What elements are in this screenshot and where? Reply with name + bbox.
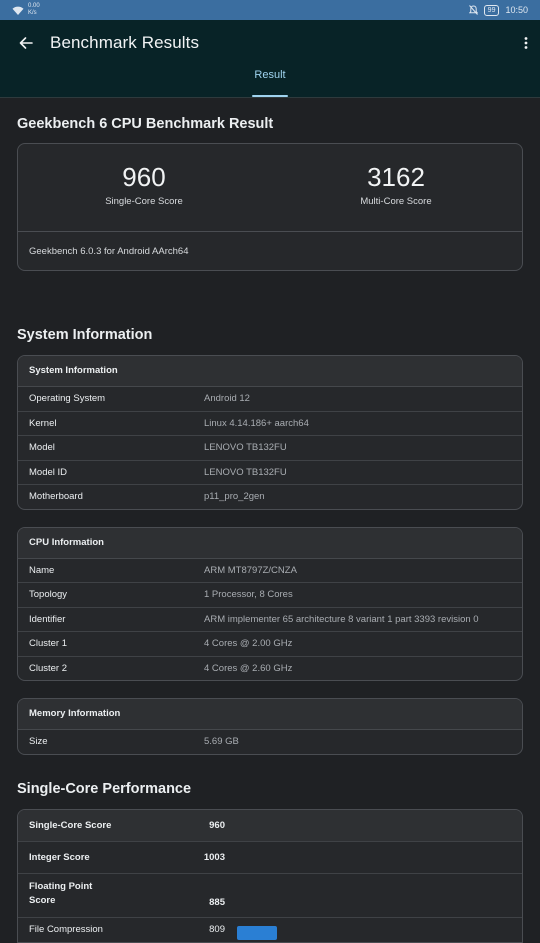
tab-indicator [252, 95, 288, 97]
perf-value: 960 [209, 819, 225, 831]
perf-value: 885 [209, 896, 225, 908]
info-value: LENOVO TB132FU [204, 442, 287, 453]
back-arrow-icon[interactable] [2, 37, 50, 49]
single-core-score: 960 Single-Core Score [18, 144, 270, 231]
info-value: ARM MT8797Z/CNZA [204, 564, 297, 576]
single-core-heading: Single-Core Performance [17, 780, 192, 797]
wifi-icon [12, 6, 24, 15]
info-key: Cluster 2 [29, 662, 68, 674]
score-card: 960 Single-Core Score 3162 Multi-Core Sc… [17, 143, 523, 271]
card-title: Memory Information [18, 699, 522, 730]
info-key: Cluster 1 [29, 638, 68, 649]
clock: 10:50 [505, 5, 528, 15]
info-row: Identifier ARM implementer 65 architectur… [18, 608, 522, 632]
info-key: Topology [29, 589, 68, 600]
info-key: Operating System [29, 393, 106, 404]
status-bar: 0.00 K/s 99 10:50 [0, 0, 540, 20]
info-row: Model ID LENOVO TB132FU [18, 461, 522, 485]
single-core-card: Single-Core Score 960 Integer Score 1003… [17, 808, 523, 943]
cpu-info-card: CPU Information Name ARM MT8797Z/CNZA Top… [17, 526, 523, 681]
info-key: Kernel [29, 417, 57, 429]
info-value: 1 Processor, 8 Cores [204, 589, 293, 600]
info-row: Kernel Linux 4.14.186+ aarch64 [18, 412, 522, 436]
card-title: System Information [18, 356, 522, 387]
info-key: Model ID [29, 466, 68, 478]
info-value: p11_pro_2gen [204, 491, 265, 502]
info-key: Identifier [29, 613, 66, 625]
info-value: 5.69 GB [204, 736, 239, 747]
info-row: Cluster 2 4 Cores @ 2.60 GHz [18, 657, 522, 681]
perf-row: Integer Score 1003 [18, 842, 522, 874]
multi-core-score-value: 3162 [367, 162, 425, 192]
tab-result[interactable]: Result [252, 66, 288, 97]
version-text: Geekbench 6.0.3 for Android AArch64 [29, 246, 189, 257]
card-title: CPU Information [18, 527, 522, 559]
perf-row: Single-Core Score 960 [18, 809, 522, 842]
info-row: Size 5.69 GB [18, 730, 522, 754]
info-row: Model LENOVO TB132FU [18, 436, 522, 461]
perf-key: Floating Point Score [29, 880, 93, 906]
info-key: Model [29, 442, 55, 453]
perf-key: File Compression [29, 924, 103, 935]
memory-info-card: Memory Information Size 5.69 GB [17, 698, 523, 755]
single-core-score-label: Single-Core Score [105, 196, 183, 207]
perf-row: Floating Point Score 885 [18, 874, 522, 918]
silent-mode-icon [468, 5, 478, 15]
multi-core-score-label: Multi-Core Score [360, 196, 432, 207]
info-key: Name [29, 564, 55, 576]
info-value: Linux 4.14.186+ aarch64 [204, 417, 309, 429]
system-heading: System Information [17, 327, 153, 343]
perf-value: 1003 [203, 851, 225, 863]
tab-result-label: Result [254, 69, 286, 81]
multi-core-score: 3162 Multi-Core Score [270, 144, 522, 231]
info-value: LENOVO TB132FU [204, 466, 287, 478]
perf-value: 809 [209, 924, 225, 935]
info-value: Android 12 [204, 393, 250, 404]
info-row: Operating System Android 12 [18, 387, 522, 412]
info-key: Size [29, 736, 48, 747]
page-title: Benchmark Results [50, 33, 200, 52]
info-value: 4 Cores @ 2.60 GHz [204, 662, 293, 674]
info-row: Motherboard p11_pro_2gen [18, 485, 522, 509]
info-row: Topology 1 Processor, 8 Cores [18, 583, 522, 608]
result-heading: Geekbench 6 CPU Benchmark Result [17, 116, 274, 132]
single-core-score-value: 960 [122, 162, 166, 192]
info-value: 4 Cores @ 2.00 GHz [204, 638, 293, 649]
info-row: Cluster 1 4 Cores @ 2.00 GHz [18, 632, 522, 657]
perf-row: File Compression 809 [18, 918, 522, 942]
score-bar [237, 925, 277, 940]
info-key: Motherboard [29, 491, 83, 502]
network-speed: 0.00 K/s [28, 3, 40, 16]
app-bar: Benchmark Results Result [0, 20, 540, 98]
more-options-icon[interactable] [524, 36, 528, 54]
perf-key: Single-Core Score [29, 819, 112, 831]
system-info-card: System Information Operating System Andro… [17, 355, 523, 510]
main-content: Geekbench 6 CPU Benchmark Result 960 Sin… [0, 98, 540, 943]
info-row: Name ARM MT8797Z/CNZA [18, 559, 522, 583]
battery-icon: 99 [483, 4, 500, 16]
perf-key: Integer Score [29, 851, 90, 863]
info-value: ARM implementer 65 architecture 8 varian… [204, 613, 479, 625]
